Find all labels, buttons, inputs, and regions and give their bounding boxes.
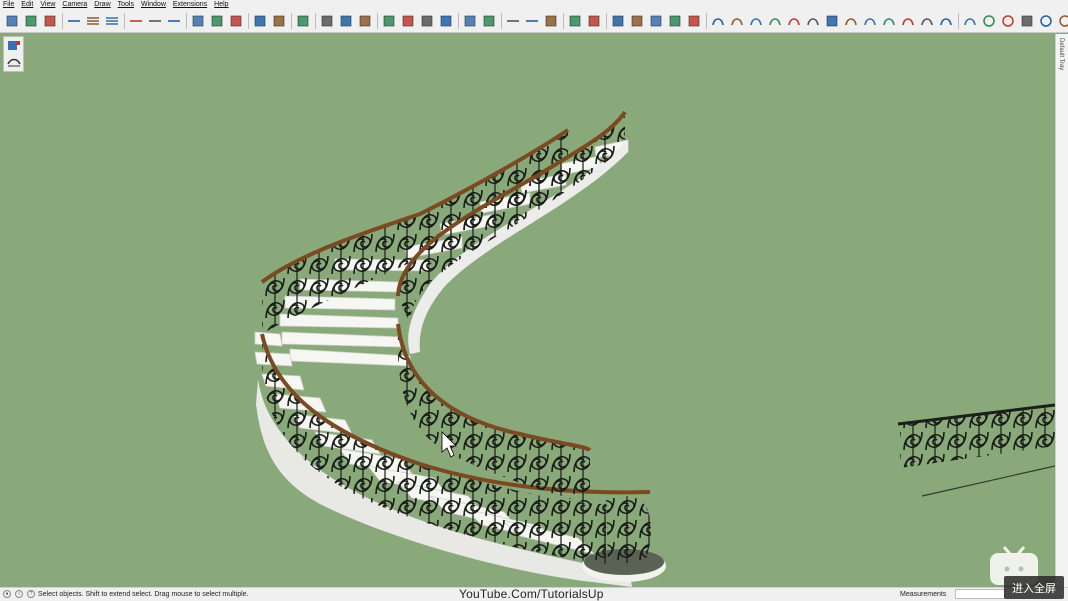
menu-help[interactable]: Help [211,0,232,10]
menu-edit[interactable]: Edit [18,0,37,10]
newel-volute [606,496,651,564]
pen-red-icon[interactable] [567,13,583,29]
layer-del-icon[interactable] [104,13,120,29]
view-icon[interactable] [5,39,22,53]
watermark-text: YouTube.Com/TutorialsUp [459,587,604,601]
toolbar-separator [458,13,459,29]
warehouse-icon[interactable] [357,13,373,29]
ground-edge-line [921,465,1055,497]
blue-diamond-icon[interactable] [610,13,626,29]
measurements-label: Measurements [900,591,947,598]
toolbar [0,10,1068,33]
info-icon[interactable]: i [15,590,23,598]
measurements-field[interactable] [955,589,1005,599]
toolbar-separator [62,13,63,29]
warning-icon[interactable] [648,13,664,29]
layer-add-icon[interactable] [85,13,101,29]
share-icon[interactable] [438,13,454,29]
layer-lines-icon[interactable] [66,13,82,29]
select-icon[interactable] [4,13,20,29]
tile-icon[interactable] [543,13,559,29]
polygon-icon[interactable] [981,13,997,29]
wave-icon[interactable] [767,13,783,29]
paint-bucket-icon[interactable] [338,13,354,29]
circle-icon[interactable] [1000,13,1016,29]
menu-tools[interactable]: Tools [115,0,138,10]
small-arc-icon[interactable] [919,13,935,29]
toolbar-separator [248,13,249,29]
arrow-red-icon[interactable] [524,13,540,29]
menu-view[interactable]: View [37,0,59,10]
default-tray[interactable]: Default Tray [1055,34,1068,587]
toolbar-separator [706,13,707,29]
network-icon[interactable] [419,13,435,29]
zigzag-n-icon[interactable] [962,13,978,29]
eraser-icon[interactable] [629,13,645,29]
teardrop-icon[interactable] [1057,13,1068,29]
menu-bar: File Edit View Camera Draw Tools Window Extensi… [0,0,1068,10]
line-remove-icon[interactable] [166,13,182,29]
toolbar-separator [958,13,959,29]
toolbar-separator [291,13,292,29]
zigzag-icon[interactable] [729,13,745,29]
grid-blue-icon[interactable] [271,13,287,29]
help-icon[interactable]: ? [27,590,35,598]
toolbar-separator [315,13,316,29]
arc-icon[interactable] [710,13,726,29]
line-add-icon[interactable] [147,13,163,29]
toolbar-separator [606,13,607,29]
rounded-rect-icon[interactable] [824,13,840,29]
toolbar-separator [124,13,125,29]
corner-curve-icon[interactable] [900,13,916,29]
grid-quad-icon[interactable] [481,13,497,29]
red-arc-icon[interactable] [938,13,954,29]
paint-table-icon[interactable] [319,13,335,29]
model-viewport[interactable] [0,34,1055,587]
status-hint: Select objects. Shift to extend select. … [38,591,249,598]
scribble-icon[interactable] [748,13,764,29]
mini-toolbar [3,36,24,72]
arrow-line-icon[interactable] [505,13,521,29]
component-icon[interactable] [23,13,39,29]
menu-window[interactable]: Window [138,0,170,10]
texture-grid-icon[interactable] [295,13,311,29]
grid-2x2-icon[interactable] [462,13,478,29]
toolbar-separator [377,13,378,29]
circle-small-icon[interactable] [1038,13,1054,29]
rail-icon[interactable] [5,55,22,69]
arc-open-icon[interactable] [862,13,878,29]
fullscreen-button[interactable]: 进入全屏 [1004,576,1064,599]
geo-icon[interactable]: ● [3,590,11,598]
menu-extensions[interactable]: Extensions [170,0,211,10]
menu-camera[interactable]: Camera [59,0,91,10]
curve-icon[interactable] [786,13,802,29]
flag-icon[interactable] [686,13,702,29]
toolbar-separator [186,13,187,29]
wrench-icon[interactable] [1019,13,1035,29]
hook-icon[interactable] [805,13,821,29]
bucket-icon[interactable] [667,13,683,29]
section-plane-icon[interactable] [190,13,206,29]
staircase-model [254,110,1055,587]
grid-icon[interactable] [252,13,268,29]
make-group-icon[interactable] [42,13,58,29]
section-cut-icon[interactable] [228,13,244,29]
line-short-icon[interactable] [128,13,144,29]
menu-draw[interactable]: Draw [91,0,114,10]
checker-icon[interactable] [381,13,397,29]
spiral-icon[interactable] [843,13,859,29]
toolbar-separator [563,13,564,29]
squiggle-icon[interactable] [881,13,897,29]
dots-icon[interactable] [400,13,416,29]
red-box-icon[interactable] [586,13,602,29]
toolbar-separator [501,13,502,29]
menu-file[interactable]: File [0,0,18,10]
section-fill-icon[interactable] [209,13,225,29]
tray-label[interactable]: Default Tray [1058,38,1064,70]
status-icons: ● i ? [3,590,35,598]
